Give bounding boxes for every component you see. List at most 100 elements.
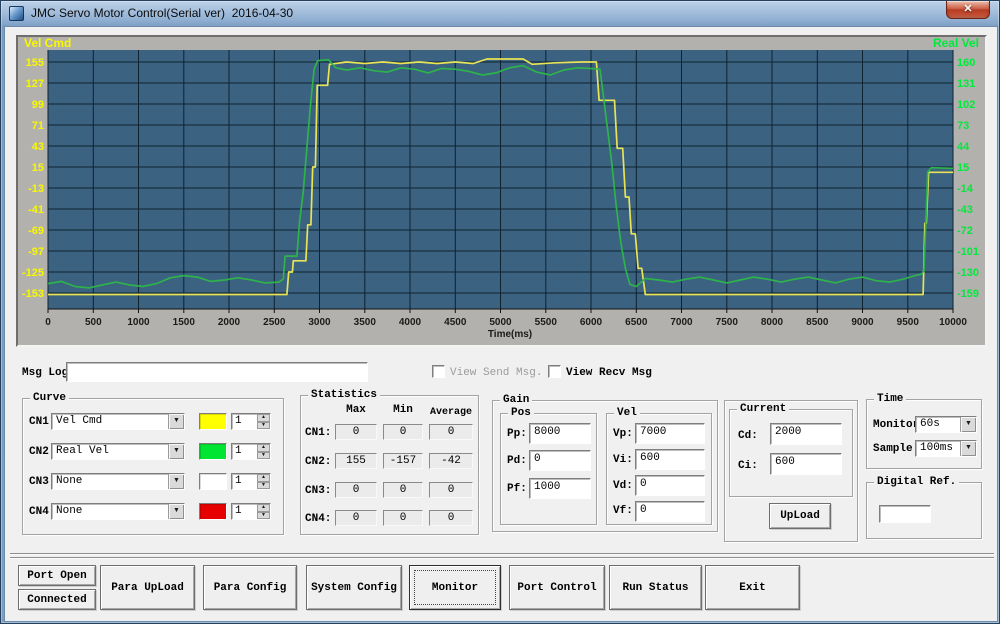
svg-text:Real Vel: Real Vel	[933, 36, 979, 50]
up-arrow-icon[interactable]	[257, 444, 270, 452]
cn2-color-swatch[interactable]	[199, 443, 227, 460]
vd-label: Vd:	[613, 480, 633, 492]
cn2-dropdown[interactable]: Real Vel	[51, 443, 185, 460]
statistics-group: Statistics Max Min Average CN1: 0 0 0 CN…	[300, 389, 479, 535]
svg-text:-97: -97	[28, 246, 44, 258]
monitor-button[interactable]: Monitor	[409, 565, 501, 610]
footer-divider	[10, 553, 994, 555]
chevron-down-icon[interactable]	[168, 414, 184, 429]
svg-text:0: 0	[45, 317, 51, 328]
svg-text:8000: 8000	[761, 317, 784, 328]
exit-button[interactable]: Exit	[705, 565, 800, 610]
para-upload-button[interactable]: Para UpLoad	[100, 565, 195, 610]
run-status-button[interactable]: Run Status	[609, 565, 702, 610]
port-control-button[interactable]: Port Control	[509, 565, 605, 610]
vd-field[interactable]: 0	[635, 475, 705, 496]
svg-text:3500: 3500	[354, 317, 377, 328]
down-arrow-icon[interactable]	[257, 421, 270, 429]
cn1-dropdown-value: Vel Cmd	[56, 415, 103, 427]
close-button[interactable]	[946, 1, 990, 19]
svg-text:5500: 5500	[535, 317, 558, 328]
system-config-button[interactable]: System Config	[306, 565, 402, 610]
sample-dropdown[interactable]: 100ms	[915, 440, 977, 457]
cn3-scale-stepper[interactable]: 1	[231, 473, 271, 490]
view-send-msg-label: View Send Msg.	[450, 367, 543, 379]
digital-ref-input[interactable]	[879, 505, 931, 523]
curve-group-title: Curve	[30, 392, 70, 404]
svg-text:6000: 6000	[580, 317, 603, 328]
svg-text:4000: 4000	[399, 317, 422, 328]
stat-cn4-avg: 0	[429, 510, 473, 526]
svg-text:-159: -159	[957, 288, 979, 300]
svg-text:3000: 3000	[308, 317, 331, 328]
stat-cn1-label: CN1:	[305, 427, 332, 439]
monitor-dropdown-value: 60s	[920, 418, 940, 430]
svg-text:-72: -72	[957, 225, 973, 237]
svg-text:10000: 10000	[939, 317, 967, 328]
cn4-dropdown[interactable]: None	[51, 503, 185, 520]
stat-cn1-min: 0	[383, 424, 423, 440]
connected-button[interactable]: Connected	[18, 589, 96, 610]
time-group-title: Time	[874, 393, 907, 405]
cn3-dropdown[interactable]: None	[51, 473, 185, 490]
monitor-dropdown[interactable]: 60s	[915, 416, 977, 433]
ci-label: Ci:	[738, 460, 758, 472]
chevron-down-icon[interactable]	[960, 441, 976, 456]
up-arrow-icon[interactable]	[257, 474, 270, 482]
chevron-down-icon[interactable]	[168, 444, 184, 459]
chevron-down-icon[interactable]	[960, 417, 976, 432]
upload-button[interactable]: UpLoad	[769, 503, 831, 529]
stat-cn2-label: CN2:	[305, 456, 332, 468]
down-arrow-icon[interactable]	[257, 481, 270, 489]
cd-field[interactable]: 2000	[770, 423, 842, 445]
vp-field[interactable]: 7000	[635, 423, 705, 444]
cn4-scale-stepper[interactable]: 1	[231, 503, 271, 520]
chevron-down-icon[interactable]	[168, 504, 184, 519]
cn4-scale-value: 1	[235, 505, 242, 517]
window-title: JMC Servo Motor Control(Serial ver) 2016…	[31, 6, 294, 20]
cn4-color-swatch[interactable]	[199, 503, 227, 520]
stat-header-max: Max	[346, 404, 366, 416]
up-arrow-icon[interactable]	[257, 504, 270, 512]
view-recv-msg-checkbox[interactable]	[548, 365, 561, 378]
sample-dropdown-value: 100ms	[920, 442, 954, 454]
gain-pos-title: Pos	[508, 407, 534, 419]
gain-pos-group: Pos Pp: 8000 Pd: 0 Pf: 1000	[500, 407, 597, 525]
cn1-color-swatch[interactable]	[199, 413, 227, 430]
svg-text:131: 131	[957, 78, 975, 90]
title-bar[interactable]: JMC Servo Motor Control(Serial ver) 2016…	[1, 1, 999, 26]
ci-field[interactable]: 600	[770, 453, 842, 475]
svg-text:7000: 7000	[670, 317, 693, 328]
stat-header-average: Average	[429, 407, 472, 418]
pf-label: Pf:	[507, 483, 527, 495]
para-config-button[interactable]: Para Config	[203, 565, 297, 610]
svg-text:127: 127	[26, 78, 44, 90]
chevron-down-icon[interactable]	[168, 474, 184, 489]
cn2-scale-stepper[interactable]: 1	[231, 443, 271, 460]
pd-label: Pd:	[507, 455, 527, 467]
down-arrow-icon[interactable]	[257, 511, 270, 519]
cn1-dropdown[interactable]: Vel Cmd	[51, 413, 185, 430]
cn2-dropdown-value: Real Vel	[56, 445, 109, 457]
msg-log-input[interactable]	[66, 362, 368, 382]
up-arrow-icon[interactable]	[257, 414, 270, 422]
svg-text:2500: 2500	[263, 317, 286, 328]
stat-cn2-min: -157	[383, 453, 423, 469]
cn4-dropdown-value: None	[56, 505, 83, 517]
svg-text:-153: -153	[22, 288, 44, 300]
vi-field[interactable]: 600	[635, 449, 705, 470]
vf-field[interactable]: 0	[635, 501, 705, 522]
cn1-scale-stepper[interactable]: 1	[231, 413, 271, 430]
pp-field[interactable]: 8000	[529, 423, 591, 444]
vp-label: Vp:	[613, 428, 633, 440]
down-arrow-icon[interactable]	[257, 451, 270, 459]
pd-field[interactable]: 0	[529, 450, 591, 471]
view-send-msg-checkbox[interactable]	[432, 365, 445, 378]
view-recv-msg-label: View Recv Msg	[566, 367, 652, 379]
svg-text:155: 155	[26, 57, 44, 69]
port-open-button[interactable]: Port Open	[18, 565, 96, 586]
current-group-title: Current	[737, 403, 790, 415]
cn3-color-swatch[interactable]	[199, 473, 227, 490]
pf-field[interactable]: 1000	[529, 478, 591, 499]
current-container: Current Cd: 2000 Ci: 600 UpLoad	[724, 400, 858, 542]
